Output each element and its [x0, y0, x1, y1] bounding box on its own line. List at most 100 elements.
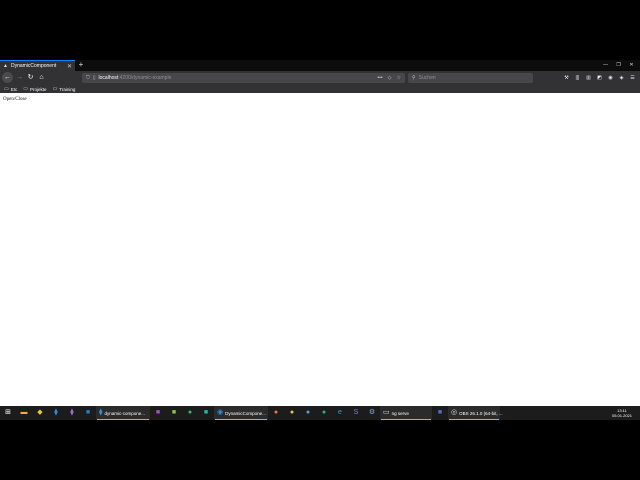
- internet-explorer-icon: e: [338, 409, 342, 416]
- shield-icon[interactable]: ⛉: [86, 75, 90, 81]
- bookmark-label: Projekte: [29, 86, 47, 92]
- browser-window: ▲ DynamicComponent ✕ + — ❐ ✕ ← → ↻ ⌂ ⛉ ▯…: [0, 60, 640, 406]
- folder-icon: ▭: [23, 86, 28, 92]
- outlook-icon: ■: [85, 409, 91, 416]
- url-path: :4200/dynamic-example: [118, 75, 172, 81]
- home-button[interactable]: ⌂: [36, 72, 47, 83]
- folder-icon: ▭: [4, 86, 9, 92]
- home-icon: ⌂: [39, 74, 44, 81]
- app-button[interactable]: ■: [150, 406, 166, 420]
- tab-close-icon[interactable]: ✕: [67, 63, 72, 70]
- bookmarks-toolbar: ▭ Etc ▭ Projekte ▭ Training: [0, 85, 640, 93]
- bookmark-label: Training: [59, 86, 76, 92]
- app-button[interactable]: ◆: [32, 406, 48, 420]
- toolbar-icons: ⚒ ||| ▥ ◩ ◉ ◈ ☰: [561, 72, 638, 84]
- notepad-button[interactable]: ■: [166, 406, 182, 420]
- firefox-button[interactable]: ●: [268, 406, 284, 420]
- file-explorer-button[interactable]: ▬: [16, 406, 32, 420]
- address-bar[interactable]: ⛉ ▯ localhost :4200/dynamic-example ••• …: [82, 73, 405, 83]
- powershell-icon: ■: [437, 409, 443, 416]
- bookmark-star-icon[interactable]: ☆: [397, 75, 401, 81]
- taskbar-item-label: OBS 26.1.0 (64-bit, ...: [459, 410, 503, 416]
- back-button[interactable]: ←: [2, 72, 13, 83]
- app-button[interactable]: ■: [198, 406, 214, 420]
- search-icon: ⚲: [412, 75, 416, 81]
- outlook-button[interactable]: ■: [80, 406, 96, 420]
- taskbar: ⊞ ▬ ◆ ⧫ ⧫ ■ ⧫ dynamic-compone... ■ ■ ● ■…: [0, 406, 640, 420]
- new-tab-button[interactable]: +: [77, 60, 85, 71]
- settings-button[interactable]: ⚙: [364, 406, 380, 420]
- visual-studio-icon: ⧫: [70, 409, 74, 416]
- search-bar[interactable]: ⚲ Suchen: [408, 73, 533, 83]
- extension-icon[interactable]: ◩: [594, 72, 605, 84]
- search-placeholder: Suchen: [418, 75, 436, 81]
- taskbar-item-browser-window[interactable]: ◉ DynamicCompone...: [214, 406, 268, 420]
- vscode-button[interactable]: ⧫: [48, 406, 64, 420]
- taskbar-item-label: ng serve: [391, 410, 409, 416]
- chrome-dev-icon: ●: [305, 409, 311, 416]
- bookmark-folder-training[interactable]: ▭ Training: [53, 86, 76, 92]
- account-icon[interactable]: ◉: [605, 72, 616, 84]
- tools-icon[interactable]: ⚒: [561, 72, 572, 84]
- skype-icon: S: [353, 409, 359, 416]
- pocket-icon[interactable]: ◇: [388, 75, 392, 81]
- bookmark-folder-projekte[interactable]: ▭ Projekte: [23, 86, 46, 92]
- notepad-icon: ■: [171, 409, 177, 416]
- folder-icon: ▬: [20, 409, 28, 416]
- more-actions-icon[interactable]: •••: [377, 75, 382, 81]
- powershell-button[interactable]: ■: [432, 406, 448, 420]
- vscode-icon: ⧫: [54, 409, 58, 416]
- sidebar-icon[interactable]: ▥: [583, 72, 594, 84]
- purple-app-icon: ■: [155, 409, 161, 416]
- obs-icon: ◎: [451, 409, 458, 416]
- tab-dynamic-component[interactable]: ▲ DynamicComponent ✕: [0, 60, 75, 71]
- forward-button[interactable]: →: [14, 72, 25, 83]
- chrome-button[interactable]: ●: [284, 406, 300, 420]
- taskbar-item-obs-window[interactable]: ◎ OBS 26.1.0 (64-bit, ...: [448, 406, 503, 420]
- restore-icon[interactable]: ❐: [612, 60, 625, 71]
- navigation-bar: ← → ↻ ⌂ ⛉ ▯ localhost :4200/dynamic-exam…: [0, 71, 640, 85]
- gear-icon: ⚙: [368, 409, 376, 416]
- start-button[interactable]: ⊞: [0, 406, 16, 420]
- screen: ▲ DynamicComponent ✕ + — ❐ ✕ ← → ↻ ⌂ ⛉ ▯…: [0, 0, 640, 480]
- taskbar-item-vscode-window[interactable]: ⧫ dynamic-compone...: [96, 406, 150, 420]
- reload-icon: ↻: [27, 74, 34, 81]
- diamond-app-icon: ◆: [37, 409, 43, 416]
- system-clock[interactable]: 13:11 05.01.2021: [612, 406, 632, 420]
- clock-date: 05.01.2021: [611, 413, 632, 418]
- green-circle-icon: ●: [187, 409, 193, 416]
- reload-button[interactable]: ↻: [25, 72, 36, 83]
- vscode-icon: ⧫: [99, 409, 103, 416]
- close-window-icon[interactable]: ✕: [625, 60, 638, 71]
- terminal-icon: ▭: [383, 409, 390, 416]
- ie-button[interactable]: e: [332, 406, 348, 420]
- chrome-dev-button[interactable]: ●: [300, 406, 316, 420]
- chrome-icon: ●: [289, 409, 295, 416]
- taskbar-item-label: DynamicCompone...: [225, 410, 266, 416]
- page-info-icon[interactable]: ▯: [93, 75, 96, 81]
- page-content: Open/Close: [0, 93, 640, 406]
- bookmark-folder-etc[interactable]: ▭ Etc: [4, 86, 17, 92]
- skype-button[interactable]: S: [348, 406, 364, 420]
- folder-icon: ▭: [52, 86, 58, 92]
- url-host: localhost: [98, 75, 119, 81]
- windows-logo-icon: ⊞: [5, 409, 11, 416]
- app-button[interactable]: ●: [182, 406, 198, 420]
- edge-button[interactable]: ●: [316, 406, 332, 420]
- extension-badge-icon[interactable]: ◈: [616, 72, 627, 84]
- library-icon[interactable]: |||: [572, 72, 583, 84]
- edge-icon: ●: [321, 409, 327, 416]
- window-controls: — ❐ ✕: [599, 60, 638, 71]
- taskbar-item-terminal-window[interactable]: ▭ ng serve: [380, 406, 432, 420]
- bookmark-label: Etc: [10, 86, 18, 92]
- address-bar-actions: ••• ◇ ☆: [372, 73, 401, 83]
- teal-app-icon: ■: [203, 409, 209, 416]
- taskbar-item-label: dynamic-compone...: [104, 410, 145, 416]
- tab-strip: ▲ DynamicComponent ✕ + — ❐ ✕: [0, 60, 640, 71]
- minimize-icon[interactable]: —: [599, 60, 612, 71]
- menu-icon[interactable]: ☰: [627, 72, 638, 84]
- visual-studio-button[interactable]: ⧫: [64, 406, 80, 420]
- firefox-icon: ●: [273, 409, 279, 416]
- browser-icon: ◉: [217, 409, 224, 416]
- open-close-toggle[interactable]: Open/Close: [3, 97, 27, 102]
